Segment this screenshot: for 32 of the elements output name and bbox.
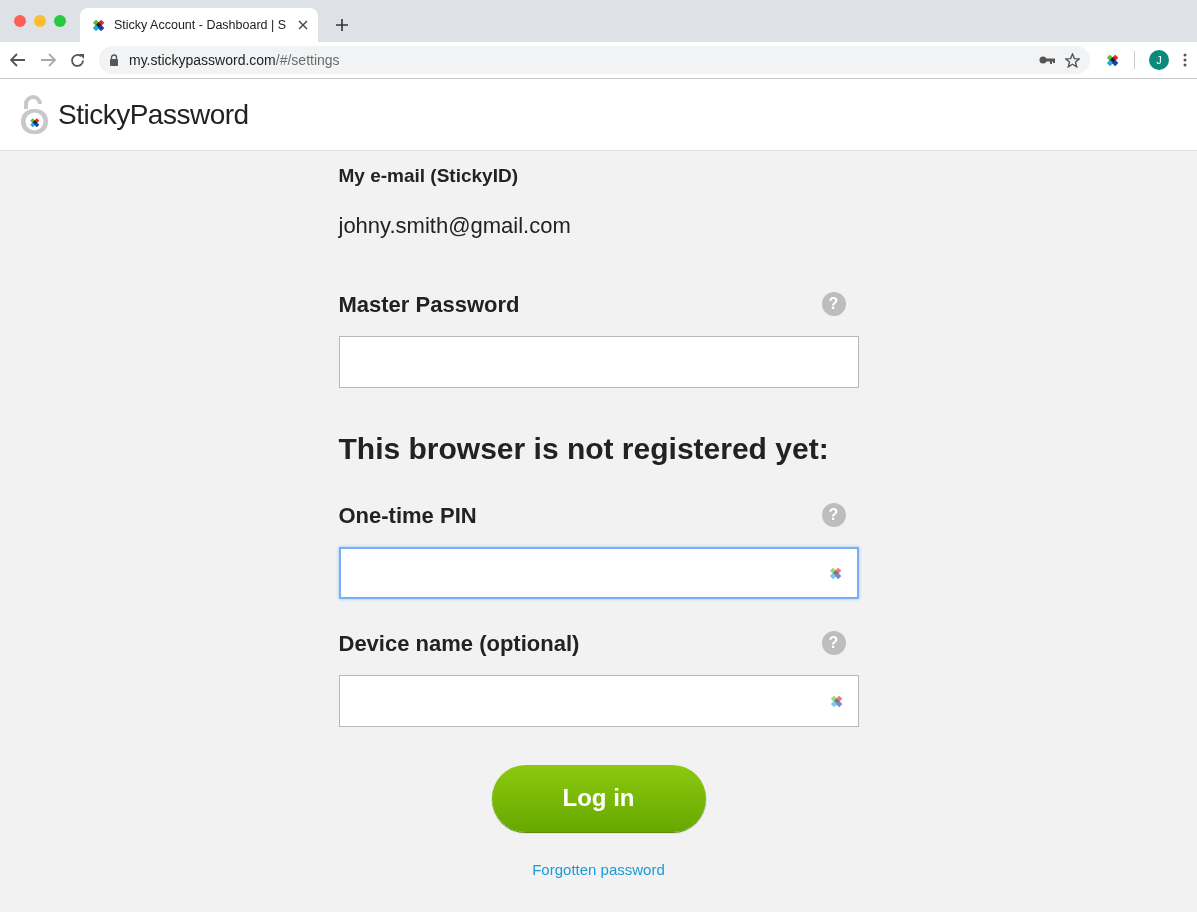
forgot-password-link[interactable]: Forgotten password xyxy=(532,860,665,878)
address-bar[interactable]: my.stickypassword.com/#/settings xyxy=(99,46,1090,74)
key-icon[interactable] xyxy=(1039,55,1055,65)
help-icon[interactable]: ? xyxy=(821,631,846,655)
close-icon[interactable] xyxy=(298,20,308,30)
email-value: johny.smith@gmail.com xyxy=(338,211,572,240)
input-field[interactable] xyxy=(338,674,859,727)
window-control-icon[interactable] xyxy=(14,15,26,27)
email-label: My e-mail (StickyID) xyxy=(338,164,519,188)
help-icon[interactable]: ? xyxy=(821,292,846,316)
field-label: One-time PIN xyxy=(338,501,477,530)
extension-icon[interactable] xyxy=(1104,52,1120,68)
help-icon[interactable]: ? xyxy=(821,503,846,527)
forward-icon[interactable] xyxy=(40,53,56,67)
field-label: Device name (optional) xyxy=(338,629,580,658)
field-label: Master Password xyxy=(338,290,520,319)
new-tab-icon[interactable] xyxy=(336,19,348,31)
login-button[interactable]: Log in xyxy=(491,764,706,832)
brand-logo-text: StickyPassword xyxy=(58,97,249,132)
menu-icon[interactable] xyxy=(1183,53,1187,67)
padlock-logo-icon xyxy=(20,94,50,135)
url-text: my.stickypassword.com/#/settings xyxy=(129,50,341,70)
favicon-icon xyxy=(90,17,106,33)
profile-avatar[interactable]: J xyxy=(1149,50,1169,70)
input-field[interactable] xyxy=(338,335,859,388)
back-icon[interactable] xyxy=(10,53,26,67)
reload-icon[interactable] xyxy=(70,52,85,68)
section-heading: This browser is not registered yet: xyxy=(338,430,830,467)
browser-tab[interactable]: Sticky Account - Dashboard | S xyxy=(80,8,318,42)
star-icon[interactable] xyxy=(1065,52,1080,68)
input-field[interactable] xyxy=(338,546,859,599)
lock-icon xyxy=(109,54,119,66)
